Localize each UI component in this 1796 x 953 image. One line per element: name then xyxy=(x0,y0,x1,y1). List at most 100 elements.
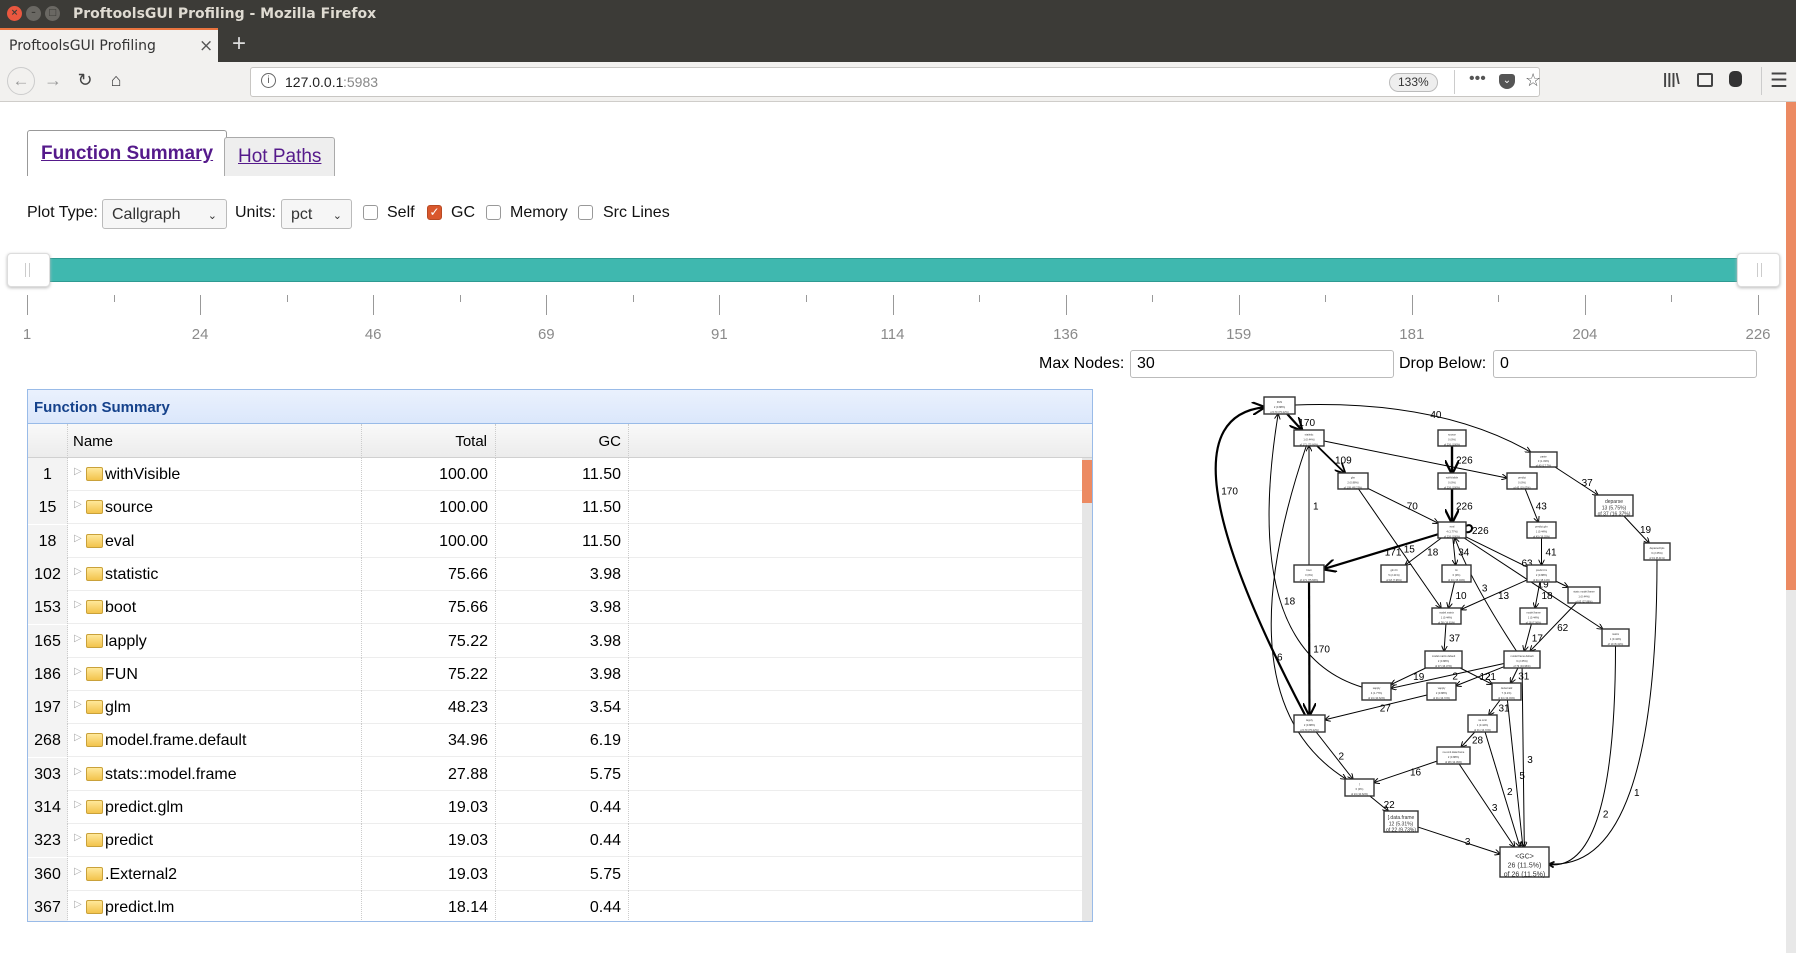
page-scrollbar-thumb[interactable] xyxy=(1786,102,1796,590)
callgraph-edge xyxy=(1324,533,1439,569)
callgraph-node[interactable]: lapply2 (0.88%)of 170 (75.22%) xyxy=(1293,714,1326,733)
callgraph-node[interactable]: boot0 (0%)of 171 (75.66%) xyxy=(1293,564,1325,583)
callgraph-node-stat: 1 (0.44%) xyxy=(1578,594,1589,598)
callgraph-node-stat: 2 (0.88%) xyxy=(1347,480,1358,484)
callgraph-node-stat: 4 (1.77%) xyxy=(1371,691,1382,695)
callgraph-node[interactable]: statistic1 (0.44%)of 171 (75.66%) xyxy=(1293,429,1325,447)
callgraph-node[interactable]: model.matrix.default2 (0.88%)of 37 (16.3… xyxy=(1424,650,1463,669)
callgraph-node-name: matrix xyxy=(1612,632,1620,636)
callgraph-edge-label: 10 xyxy=(1455,591,1467,602)
callgraph-node[interactable]: na.omit1 (0.44%)of 31 (13.72%) xyxy=(1467,714,1498,733)
callgraph-node[interactable]: withVisible0 (0%)of 226 (100%) xyxy=(1437,472,1467,490)
callgraph-node[interactable]: source0 (0%)of 226 (100%) xyxy=(1437,429,1467,447)
callgraph-node-name: predict.glm xyxy=(1535,525,1548,529)
callgraph-node-stat: of 38 (16.81%) xyxy=(1438,620,1455,624)
callgraph-plot: 1704022610922670 433719171 18 3463194111510… xyxy=(1214,396,1671,878)
callgraph-edge xyxy=(1461,579,1528,610)
callgraph-node-name: statistic xyxy=(1305,433,1314,437)
callgraph-edge-label: 19 xyxy=(1640,525,1652,536)
callgraph-edge xyxy=(1315,731,1353,779)
callgraph-node-stat: 12 (5.31%) xyxy=(1389,821,1414,827)
callgraph-edge-label: 170 xyxy=(1221,487,1238,498)
callgraph-edge-label: 13 xyxy=(1498,591,1510,602)
callgraph-edge-label: 226 xyxy=(1472,526,1489,537)
callgraph-edge-label: 2 xyxy=(1339,752,1345,763)
callgraph-node[interactable]: model.frame.default6 (2.65%)of 79 (34.96… xyxy=(1503,650,1541,669)
callgraph-node[interactable]: matrix1 (0.44%)of 19 (8.41%) xyxy=(1601,628,1630,647)
callgraph-node[interactable]: [0 (0%)of 24 (10.62%) xyxy=(1344,778,1375,797)
callgraph-node-name: paste xyxy=(1540,454,1547,458)
callgraph-node-stat: 0 (0%) xyxy=(1356,787,1364,791)
callgraph-node-stat: of 170 (75.22%) xyxy=(1270,410,1289,414)
callgraph-node[interactable]: FUN2 (0.88%)of 170 (75.22%) xyxy=(1263,396,1296,415)
callgraph-node-stat: of 24 (10.62%) xyxy=(1368,696,1385,700)
callgraph-node-stat: 6 (2.65%) xyxy=(1516,659,1527,663)
callgraph-node-name: na.omit xyxy=(1478,718,1487,722)
callgraph-node[interactable]: predict.glm1 (0.44%)of 43 (19.03%) xyxy=(1526,521,1557,539)
callgraph-edge-label: 18 xyxy=(1541,591,1553,602)
callgraph-node-stat: of 40 (17.7%) xyxy=(1536,463,1552,467)
callgraph-node[interactable]: na.omit.data.frame2 (0.88%)of 28 (12.39%… xyxy=(1436,746,1471,765)
callgraph-node-stat: of 43 (19.03%) xyxy=(1533,534,1550,538)
callgraph-node-stat: of 19 (8.41%) xyxy=(1649,556,1665,560)
callgraph-node[interactable]: <GC> 26 (11.5%) of 26 (11.5%) xyxy=(1499,846,1550,878)
callgraph-node[interactable]: paste3 (1.33%)of 40 (17.7%) xyxy=(1529,451,1558,468)
callgraph-edge-label: 21 xyxy=(1485,672,1497,683)
callgraph-edge xyxy=(1522,667,1524,847)
callgraph-node[interactable]: predict0 (0%)of 43 (19.03%) xyxy=(1506,472,1538,490)
callgraph-node-name: vapply xyxy=(1438,686,1446,690)
callgraph-node[interactable]: glm2 (0.88%)of 109 (48.23%) xyxy=(1337,472,1369,490)
callgraph-node[interactable]: stats::model.frame1 (0.44%)of 63 (27.88%… xyxy=(1567,586,1601,604)
callgraph-node-stat: 0 (0%) xyxy=(1518,480,1526,484)
callgraph-node-name: withVisible xyxy=(1446,476,1459,480)
callgraph-node[interactable]: deparse13 (5.75%)of 37 (16.37%) xyxy=(1594,494,1634,518)
callgraph-node-name: source xyxy=(1448,433,1456,437)
callgraph-node-stat: 1 (0.44%) xyxy=(1610,637,1621,641)
callgraph-node-stat: 2 (0.88%) xyxy=(1438,659,1449,663)
callgraph-edge xyxy=(1417,826,1500,854)
callgraph-node[interactable]: lm0 (0%)of 34 (15.04%) xyxy=(1441,564,1472,583)
callgraph-edge-label: 171 xyxy=(1385,548,1402,559)
callgraph-node[interactable]: [.data.frame12 (5.31%)of 22 (9.73%) xyxy=(1383,810,1419,834)
callgraph-edge-label: 3 xyxy=(1482,583,1488,594)
callgraph-node-name: lm xyxy=(1455,568,1458,572)
callgraph-node-stat: of 26 (11.5%) xyxy=(1504,871,1546,878)
callgraph-node[interactable]: deparseOpts6 (2.65%)of 19 (8.41%) xyxy=(1643,542,1671,561)
callgraph-node[interactable]: glm.fit5 (2.21%)of 18 (7.96%) xyxy=(1380,564,1408,583)
callgraph-node[interactable]: predict.lm2 (0.88%)of 41 (18.14%) xyxy=(1526,564,1557,583)
callgraph-edge xyxy=(1511,667,1519,683)
page-scrollbar[interactable] xyxy=(1786,102,1796,953)
callgraph-node-name: stats::model.frame xyxy=(1573,590,1595,594)
callgraph-node-stat: of 22 (9.73%) xyxy=(1386,828,1416,834)
callgraph-node-name: glm.fit xyxy=(1391,568,1398,572)
callgraph-edge xyxy=(1458,763,1514,847)
callgraph-node-stat: of 79 (34.96%) xyxy=(1513,664,1530,668)
callgraph-node-stat: 4 (1.77%) xyxy=(1446,529,1457,533)
callgraph-node[interactable]: model.frame1 (0.44%)of 18 (7.96%) xyxy=(1519,607,1548,625)
callgraph-node[interactable]: model.matrix1 (0.44%)of 38 (16.81%) xyxy=(1431,607,1462,625)
callgraph-edge xyxy=(1214,407,1307,716)
callgraph-node[interactable]: vapply2 (0.88%)of 31 (13.72%) xyxy=(1426,682,1457,701)
callgraph-edge-label: 15 xyxy=(1404,545,1416,556)
callgraph-node-stat: 0 (0%) xyxy=(1305,573,1313,577)
callgraph-edge-label: 18 xyxy=(1427,548,1439,559)
callgraph-node[interactable]: eval4 (1.77%)of 226 (100%) xyxy=(1437,521,1467,539)
callgraph-node-stat: of 43 (19.03%) xyxy=(1513,485,1530,489)
callgraph-node-stat: 6 (2.65%) xyxy=(1651,551,1662,555)
callgraph-node[interactable]: sapply4 (1.77%)of 24 (10.62%) xyxy=(1361,682,1392,701)
callgraph-node-stat: of 34 (15.04%) xyxy=(1448,578,1465,582)
callgraph-edge xyxy=(1549,645,1616,865)
callgraph-node-stat: 2 (0.88%) xyxy=(1304,723,1315,727)
callgraph-edge-label: 27 xyxy=(1380,703,1392,714)
callgraph-node-stat: 5 (2.21%) xyxy=(1388,573,1399,577)
callgraph-node-stat: 2 (0.88%) xyxy=(1536,573,1547,577)
callgraph-edge-label: 2 xyxy=(1507,787,1513,798)
callgraph-node-stat: 1 (0.44%) xyxy=(1528,615,1539,619)
callgraph-node-name: na.omit.data.frame xyxy=(1443,750,1465,754)
callgraph-node-stat: of 24 (10.62%) xyxy=(1351,792,1368,796)
callgraph-edge-label: 2 xyxy=(1603,810,1609,821)
callgraph-node-stat: of 109 (48.23%) xyxy=(1344,485,1363,489)
callgraph-node-stat: 1 (0.44%) xyxy=(1536,529,1547,533)
callgraph-node[interactable]: .External27 (3.1%)of 43 (19.03%) xyxy=(1491,682,1522,701)
callgraph-edge-label: 16 xyxy=(1410,768,1422,779)
